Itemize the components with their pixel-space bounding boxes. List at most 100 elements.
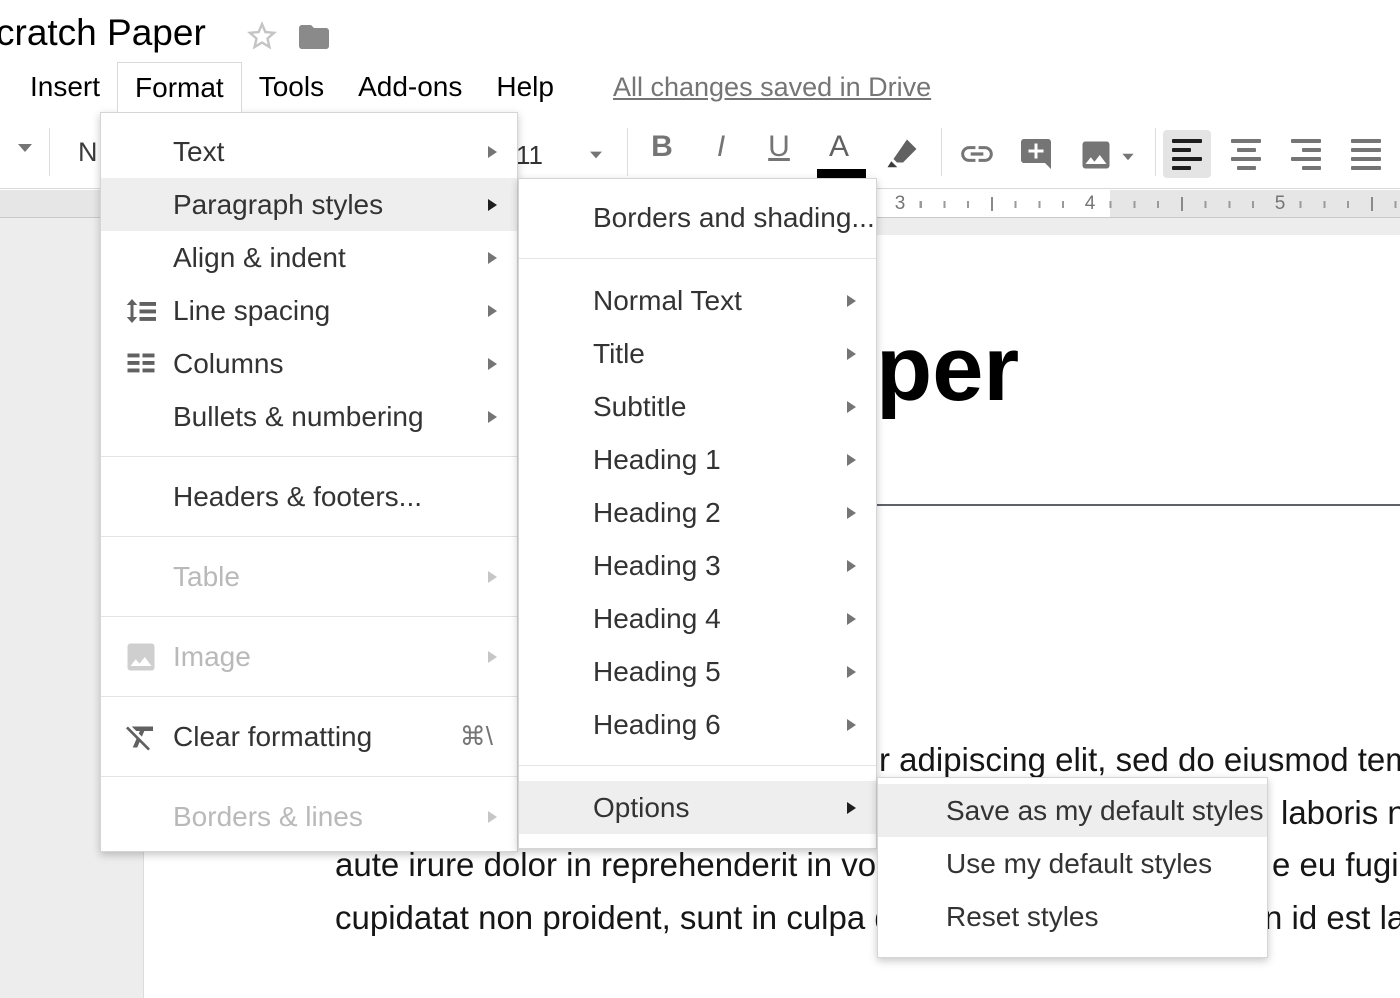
menu-item-table: Table <box>101 550 517 603</box>
highlight-button[interactable] <box>884 134 922 177</box>
submenu-arrow-icon <box>488 178 497 231</box>
menu-item-heading-1[interactable]: Heading 1 <box>519 433 876 486</box>
menu-item-text[interactable]: Text <box>101 125 517 178</box>
submenu-arrow-icon <box>847 781 856 834</box>
menu-item-label: Borders and shading... <box>593 202 875 234</box>
menu-item-label: Heading 2 <box>593 497 721 529</box>
submenu-arrow-icon <box>488 790 497 843</box>
options-submenu: Save as my default styles Use my default … <box>877 777 1268 958</box>
menu-item-use-my-default-styles[interactable]: Use my default styles <box>878 837 1267 890</box>
submenu-arrow-icon <box>488 550 497 603</box>
italic-button[interactable]: I <box>699 130 743 164</box>
paragraph-styles-submenu: Borders and shading... Normal Text Title Su… <box>518 178 877 849</box>
menu-item-label: Heading 6 <box>593 709 721 741</box>
menu-item-label: Save as my default styles <box>946 795 1263 827</box>
submenu-arrow-icon <box>847 274 856 327</box>
submenu-arrow-icon <box>847 592 856 645</box>
submenu-arrow-icon <box>847 380 856 433</box>
star-outline-icon <box>244 18 280 54</box>
menu-item-label: Heading 3 <box>593 550 721 582</box>
insert-image-button[interactable] <box>1078 137 1114 178</box>
menubar-item-tools[interactable]: Tools <box>242 65 341 109</box>
menubar-item-insert[interactable]: Insert <box>13 65 117 109</box>
add-comment-button[interactable] <box>1018 136 1054 177</box>
font-size-input[interactable]: 11 <box>516 140 543 171</box>
save-status-link[interactable]: All changes saved in Drive <box>613 72 931 103</box>
link-icon <box>958 135 996 173</box>
image-icon <box>1078 137 1114 173</box>
menu-item-heading-5[interactable]: Heading 5 <box>519 645 876 698</box>
menu-item-align-indent[interactable]: Align & indent <box>101 231 517 284</box>
menu-separator <box>101 536 517 537</box>
menu-item-columns[interactable]: Columns <box>101 337 517 390</box>
menu-item-heading-3[interactable]: Heading 3 <box>519 539 876 592</box>
insert-link-button[interactable] <box>958 135 996 178</box>
font-size-caret-icon[interactable] <box>590 152 602 159</box>
submenu-arrow-icon <box>488 337 497 390</box>
menu-item-options[interactable]: Options <box>519 781 876 834</box>
text-color-button[interactable]: A <box>817 130 861 164</box>
underline-button[interactable]: U <box>757 130 801 164</box>
menu-item-normal-text[interactable]: Normal Text <box>519 274 876 327</box>
columns-icon <box>123 346 159 382</box>
document-title[interactable]: cratch Paper <box>0 12 206 54</box>
menu-item-reset-styles[interactable]: Reset styles <box>878 890 1267 943</box>
align-right-button[interactable] <box>1282 130 1330 178</box>
menu-item-label: Table <box>173 561 240 593</box>
menu-item-label: Paragraph styles <box>173 189 383 221</box>
menu-item-label: Use my default styles <box>946 848 1212 880</box>
align-left-button[interactable] <box>1163 130 1211 178</box>
menu-item-label: Headers & footers... <box>173 481 422 513</box>
clear-formatting-icon <box>123 719 159 755</box>
image-disabled-icon <box>123 639 159 675</box>
menu-item-bullets-numbering[interactable]: Bullets & numbering <box>101 390 517 443</box>
ruler-inch-mark: 4 <box>1079 192 1102 215</box>
justify-button[interactable] <box>1342 130 1390 178</box>
menu-item-label: Heading 5 <box>593 656 721 688</box>
menubar: InsertFormatToolsAdd-onsHelp All changes… <box>0 62 1400 112</box>
menu-item-image: Image <box>101 630 517 683</box>
menu-item-label: Bullets & numbering <box>173 401 424 433</box>
submenu-arrow-icon <box>488 390 497 443</box>
shortcut-label: ⌘\ <box>460 721 493 752</box>
menu-item-title[interactable]: Title <box>519 327 876 380</box>
menubar-item-help[interactable]: Help <box>479 65 571 109</box>
toolbar-separator <box>941 128 942 176</box>
submenu-arrow-icon <box>847 698 856 751</box>
menu-item-label: Title <box>593 338 645 370</box>
menu-item-subtitle[interactable]: Subtitle <box>519 380 876 433</box>
menu-item-line-spacing[interactable]: Line spacing <box>101 284 517 337</box>
menubar-item-format[interactable]: Format <box>117 62 242 112</box>
image-options-caret-icon[interactable] <box>1122 154 1133 160</box>
bold-button[interactable]: B <box>640 130 684 164</box>
submenu-arrow-icon <box>847 486 856 539</box>
menu-item-headers-footers[interactable]: Headers & footers... <box>101 470 517 523</box>
menu-item-save-as-my-default-styles[interactable]: Save as my default styles <box>878 784 1267 837</box>
star-button[interactable] <box>244 18 280 54</box>
styles-dropdown-caret-icon[interactable] <box>18 144 32 152</box>
menu-item-borders-and-shading[interactable]: Borders and shading... <box>519 191 876 244</box>
menu-item-label: Heading 1 <box>593 444 721 476</box>
toolbar-separator <box>627 128 628 176</box>
menu-item-label: Align & indent <box>173 242 346 274</box>
menu-item-label: Reset styles <box>946 901 1099 933</box>
menu-separator <box>519 258 876 259</box>
menu-item-clear-formatting[interactable]: Clear formatting⌘\ <box>101 710 517 763</box>
ruler-half-ticks <box>877 197 1400 211</box>
menu-item-shortcut: ⌘\ <box>460 710 497 763</box>
menubar-item-add-ons[interactable]: Add-ons <box>341 65 479 109</box>
menu-item-paragraph-styles[interactable]: Paragraph styles <box>101 178 517 231</box>
align-center-button[interactable] <box>1222 130 1270 178</box>
menu-item-label: Options <box>593 792 690 824</box>
menu-item-label: Image <box>173 641 251 673</box>
move-to-folder-button[interactable] <box>296 19 332 55</box>
menu-item-heading-6[interactable]: Heading 6 <box>519 698 876 751</box>
styles-dropdown[interactable]: N <box>78 137 98 168</box>
toolbar-separator <box>49 128 50 176</box>
comment-plus-icon <box>1018 136 1054 172</box>
submenu-arrow-icon <box>488 125 497 178</box>
menu-item-heading-4[interactable]: Heading 4 <box>519 592 876 645</box>
submenu-arrow-icon <box>847 645 856 698</box>
submenu-arrow-icon <box>847 539 856 592</box>
menu-item-heading-2[interactable]: Heading 2 <box>519 486 876 539</box>
